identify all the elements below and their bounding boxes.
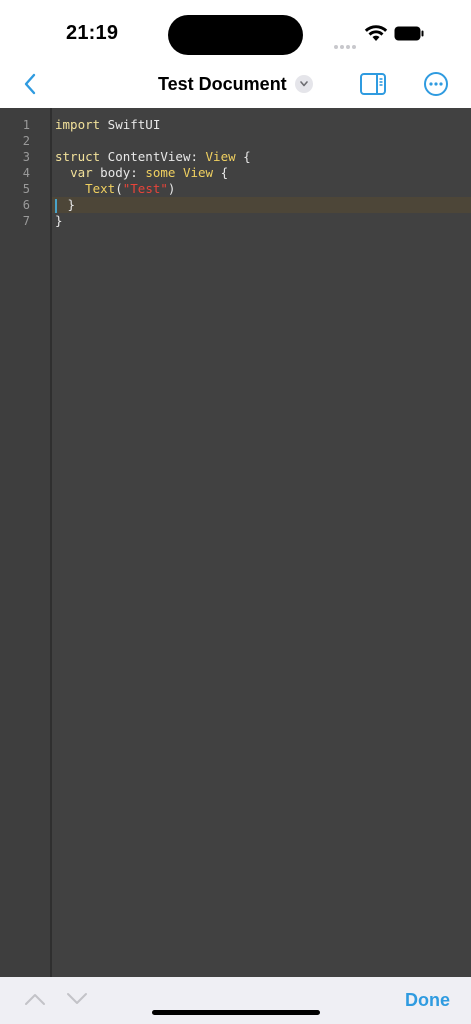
navigation-bar: Test Document <box>0 60 471 108</box>
cellular-signal-icon <box>334 36 358 54</box>
page-title: Test Document <box>158 73 287 94</box>
code-token: "Test" <box>122 181 168 196</box>
back-button[interactable] <box>16 70 44 98</box>
line-number: 3 <box>22 150 30 164</box>
code-line: Text("Test") <box>55 181 471 197</box>
chevron-down-icon[interactable] <box>294 75 313 93</box>
code-token: some View <box>145 165 214 180</box>
line-number: 4 <box>22 166 30 180</box>
status-bar: 21:19 <box>0 0 471 60</box>
code-token: struct <box>55 149 101 164</box>
line-number: 5 <box>22 182 30 196</box>
battery-icon <box>394 26 424 41</box>
code-line: struct ContentView: View { <box>55 149 471 165</box>
code-token: ) <box>167 181 176 196</box>
code-token: ( <box>115 181 123 196</box>
code-editor[interactable]: 1 2 3 4 5 6 7 import SwiftUI struct ContentVie… <box>0 108 471 977</box>
chevron-down-nav-icon[interactable] <box>66 992 88 1006</box>
dynamic-island <box>168 15 303 55</box>
text-cursor <box>55 198 57 213</box>
done-button[interactable]: Done <box>405 990 450 1011</box>
keyboard-toolbar: Done <box>0 977 471 1024</box>
code-token: SwiftUI <box>100 117 161 132</box>
code-token: } <box>60 197 76 212</box>
code-text[interactable]: import SwiftUI struct ContentView: View … <box>55 117 471 229</box>
code-token: View <box>205 149 236 164</box>
line-number: 1 <box>22 118 30 132</box>
line-number-gutter: 1 2 3 4 5 6 7 <box>0 108 52 977</box>
code-token: body: <box>92 165 146 180</box>
code-token: } <box>55 213 63 228</box>
code-token: { <box>213 165 229 180</box>
code-token: var <box>70 165 93 180</box>
code-line: } <box>55 213 471 229</box>
sidebar-toggle-icon[interactable] <box>359 71 387 97</box>
line-number: 7 <box>22 214 30 228</box>
line-number: 2 <box>22 134 30 148</box>
chevron-left-icon <box>24 73 36 95</box>
wifi-icon <box>364 25 388 41</box>
line-numbers: 1 2 3 4 5 6 7 <box>0 117 30 229</box>
document-title-menu[interactable]: Test Document <box>158 70 313 98</box>
code-line: } <box>55 197 471 213</box>
code-line: import SwiftUI <box>55 117 471 133</box>
code-token: import <box>55 117 101 132</box>
code-token: { <box>235 149 251 164</box>
more-options-icon[interactable] <box>423 71 449 97</box>
chevron-up-icon[interactable] <box>24 992 46 1006</box>
code-token: Text <box>85 181 116 196</box>
line-number: 6 <box>22 198 30 212</box>
code-token: ContentView: <box>100 149 206 164</box>
home-indicator <box>152 1010 320 1015</box>
code-line: var body: some View { <box>55 165 471 181</box>
status-time: 21:19 <box>66 22 119 44</box>
